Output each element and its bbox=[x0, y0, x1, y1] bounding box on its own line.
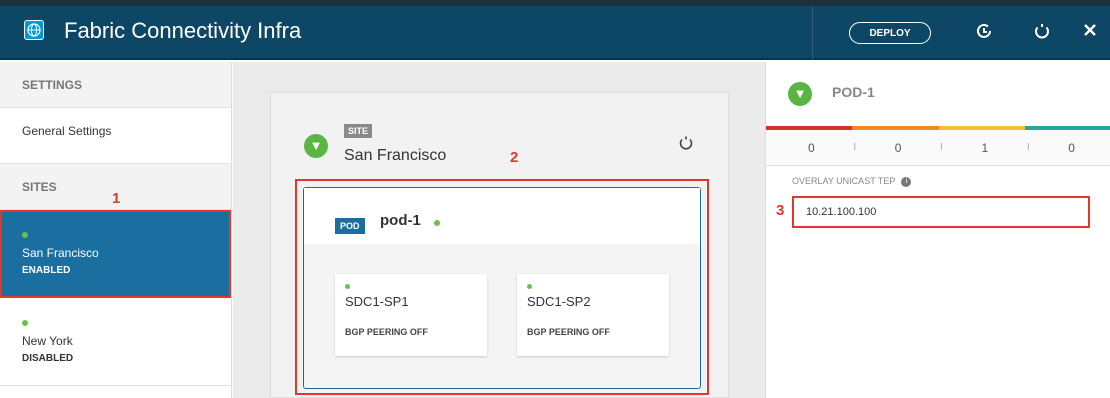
pod-highlight: POD pod-1 SDC1-SP1 BGP PEERING OFF SDC1-… bbox=[295, 179, 709, 395]
status-dot bbox=[22, 320, 28, 326]
spine-status: BGP PEERING OFF bbox=[527, 327, 610, 337]
site-badge: SITE bbox=[344, 124, 373, 138]
status-dot bbox=[345, 284, 350, 289]
title-bar: Fabric Connectivity Infra DEPLOY bbox=[0, 0, 1110, 60]
refresh-icon[interactable] bbox=[1030, 22, 1054, 44]
status-dot bbox=[527, 284, 532, 289]
sidebar-item-new-york[interactable]: New York DISABLED bbox=[0, 298, 231, 386]
globe-icon bbox=[24, 20, 44, 40]
panel-title: POD-1 bbox=[832, 84, 875, 100]
annotation-marker-3: 3 bbox=[776, 202, 785, 219]
site-name: New York bbox=[22, 334, 73, 348]
tep-label: OVERLAY UNICAST TEP i bbox=[792, 176, 912, 187]
properties-panel: ▼ POD-1 0 I 0 I 1 I 0 OVERLAY UNICAST TE… bbox=[765, 62, 1110, 398]
sync-icon[interactable] bbox=[972, 22, 996, 44]
sites-heading: SITES 1 bbox=[0, 164, 231, 210]
status-dot bbox=[22, 232, 28, 238]
spine-name: SDC1-SP1 bbox=[345, 294, 409, 309]
sidebar: SETTINGS General Settings SITES 1 San Fr… bbox=[0, 62, 232, 398]
site-canvas: ▼ SITE San Francisco 2 POD pod-1 SDC1-SP… bbox=[233, 62, 765, 398]
deploy-button[interactable]: DEPLOY bbox=[849, 22, 931, 44]
site-status: ENABLED bbox=[22, 265, 71, 276]
tep-label-text: OVERLAY UNICAST TEP bbox=[792, 176, 896, 186]
title-bar-divider bbox=[812, 6, 813, 60]
sites-heading-label: SITES bbox=[22, 180, 57, 194]
pod-card[interactable]: POD pod-1 SDC1-SP1 BGP PEERING OFF SDC1-… bbox=[303, 187, 701, 389]
spine-name: SDC1-SP2 bbox=[527, 294, 591, 309]
spine-card-sp2[interactable]: SDC1-SP2 BGP PEERING OFF bbox=[517, 274, 669, 356]
overlay-unicast-tep-input[interactable] bbox=[792, 196, 1090, 228]
annotation-marker-1: 1 bbox=[112, 190, 121, 207]
pod-header: POD pod-1 bbox=[304, 188, 700, 244]
site-name: San Francisco bbox=[344, 147, 447, 164]
site-card[interactable]: ▼ SITE San Francisco 2 POD pod-1 SDC1-SP… bbox=[270, 92, 729, 398]
spine-status: BGP PEERING OFF bbox=[345, 327, 428, 337]
count-separator: I bbox=[940, 142, 943, 153]
pod-badge: POD bbox=[335, 218, 365, 234]
refresh-icon[interactable] bbox=[678, 134, 694, 157]
count-major: 0 bbox=[894, 140, 902, 155]
app-title: Fabric Connectivity Infra bbox=[64, 18, 302, 43]
sidebar-item-general-settings[interactable]: General Settings bbox=[0, 108, 231, 164]
shield-icon: ▼ bbox=[304, 134, 328, 158]
info-icon[interactable]: i bbox=[901, 176, 912, 187]
spine-card-sp1[interactable]: SDC1-SP1 BGP PEERING OFF bbox=[335, 274, 487, 356]
count-separator: I bbox=[853, 142, 857, 153]
count-minor: 1 bbox=[981, 140, 989, 155]
count-separator: I bbox=[1026, 142, 1030, 153]
sidebar-item-san-francisco[interactable]: San Francisco ENABLED bbox=[0, 210, 231, 298]
pod-name: pod-1 bbox=[380, 212, 421, 229]
count-warning: 0 bbox=[1068, 140, 1075, 155]
annotation-marker-2: 2 bbox=[510, 149, 519, 166]
settings-heading: SETTINGS bbox=[0, 62, 231, 108]
close-icon[interactable] bbox=[1078, 22, 1102, 42]
site-status: DISABLED bbox=[22, 353, 74, 364]
fault-counts: 0 I 0 I 1 I 0 bbox=[766, 130, 1110, 166]
title-bar-accent bbox=[0, 0, 1110, 6]
count-critical: 0 bbox=[808, 140, 815, 155]
status-dot bbox=[434, 220, 440, 226]
site-name: San Francisco bbox=[22, 246, 99, 260]
shield-icon: ▼ bbox=[788, 82, 812, 106]
